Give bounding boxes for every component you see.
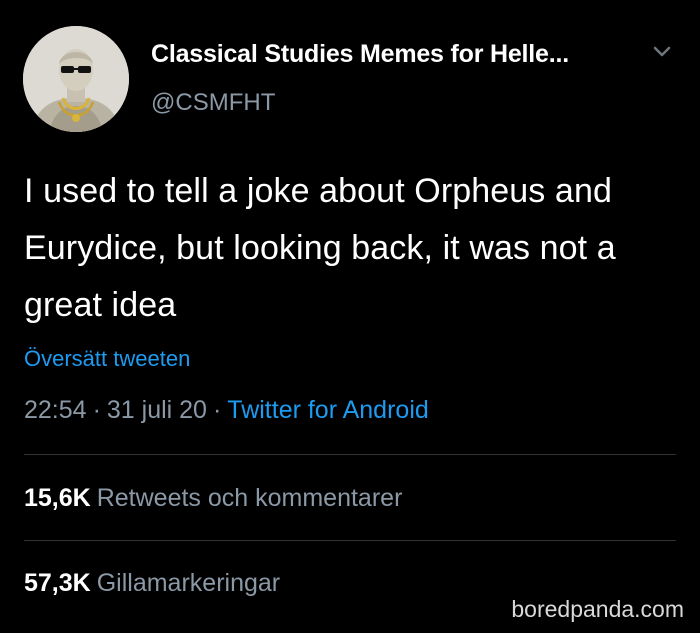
retweets-label: Retweets och kommentarer [96,484,403,512]
meta-separator: · [92,396,101,424]
retweets-stat[interactable]: 15,6K Retweets och kommentarer [24,484,402,513]
tweet-screen: Classical Studies Memes for Helle... @CS… [0,0,700,633]
tweet-date: 31 juli 20 [106,396,207,424]
avatar[interactable] [23,26,129,132]
chevron-down-icon[interactable] [650,42,674,62]
tweet-text: I used to tell a joke about Orpheus and … [24,172,616,324]
user-handle[interactable]: @CSMFHT [151,89,275,117]
display-name[interactable]: Classical Studies Memes for Helle... [151,40,569,69]
likes-stat[interactable]: 57,3K Gillamarkeringar [24,569,280,598]
retweets-count: 15,6K [24,484,91,512]
tweet-time: 22:54 [24,396,87,424]
translate-tweet-link[interactable]: Översätt tweeten [24,346,190,372]
divider [24,454,676,455]
statue-with-sunglasses-icon [23,26,129,132]
likes-label: Gillamarkeringar [96,569,281,597]
divider [24,540,676,541]
tweet-meta: 22:54 · 31 juli 20 · Twitter for Android [24,396,429,425]
likes-count: 57,3K [24,569,91,597]
meta-separator: · [212,396,222,424]
watermark: boredpanda.com [511,596,684,622]
tweet-source-link[interactable]: Twitter for Android [227,396,428,424]
